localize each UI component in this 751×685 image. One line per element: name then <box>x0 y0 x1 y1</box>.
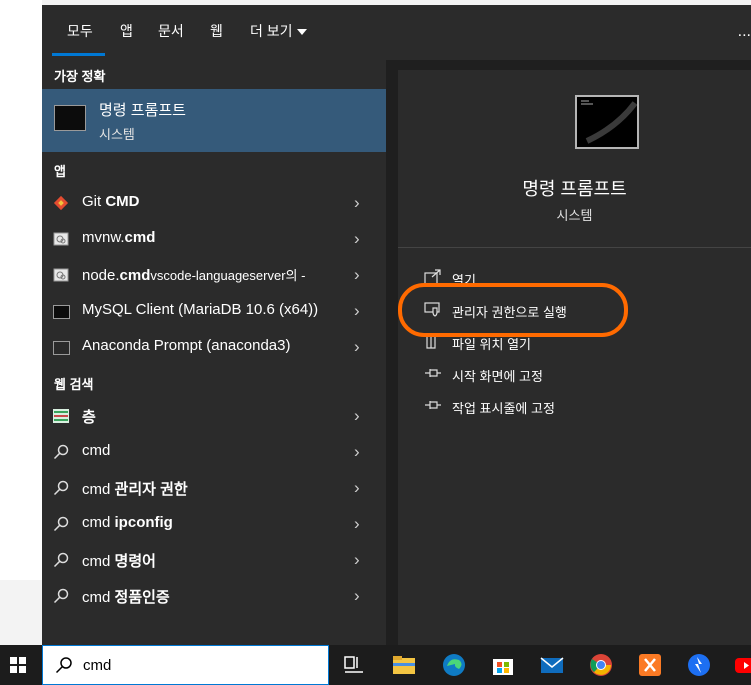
list-item-label: cmd ipconfig <box>82 514 173 531</box>
command-prompt-glyph-icon <box>581 100 638 144</box>
list-item-label: node.cmdvscode-languageserver의 - <box>82 267 306 284</box>
search-icon <box>55 657 72 674</box>
chevron-right-icon[interactable]: › <box>354 478 360 498</box>
list-item-anaconda-prompt[interactable]: Anaconda Prompt (anaconda3) › <box>42 329 386 365</box>
taskbar <box>0 645 751 685</box>
search-icon <box>53 516 69 532</box>
script-file-icon <box>53 268 69 282</box>
section-apps: 앱 <box>54 164 66 179</box>
list-item-label: cmd <box>82 442 111 459</box>
script-file-icon <box>53 232 69 246</box>
chevron-right-icon[interactable]: › <box>354 442 360 462</box>
chevron-right-icon[interactable]: › <box>354 514 360 534</box>
chrome-icon[interactable] <box>589 653 613 677</box>
list-item-label: cmd 정품인증 <box>82 589 170 606</box>
list-item-mvnw-cmd[interactable]: mvnw.cmd › <box>42 221 386 257</box>
git-cmd-icon <box>53 195 69 211</box>
chevron-right-icon[interactable]: › <box>354 229 360 249</box>
mail-icon[interactable] <box>540 653 564 677</box>
list-item-node-cmd[interactable]: node.cmdvscode-languageserver의 - › <box>42 257 386 293</box>
tab-selected-indicator <box>52 53 105 56</box>
chevron-right-icon[interactable]: › <box>354 265 360 285</box>
list-item-web-search[interactable]: cmd › <box>42 434 386 470</box>
search-icon <box>53 444 69 460</box>
preview-subtitle: 시스템 <box>556 208 593 223</box>
best-match-title: 명령 프롬프트 <box>99 102 186 119</box>
action-pin-to-start-label: 시작 화면에 고정 <box>452 369 543 384</box>
file-explorer-icon[interactable] <box>392 653 416 677</box>
command-prompt-large-icon <box>575 95 639 149</box>
filter-tabs: 모두 앱 문서 웹 더 보기 ... <box>42 5 751 60</box>
youtube-icon[interactable] <box>734 653 751 677</box>
more-options-icon[interactable]: ... <box>738 23 751 41</box>
list-item-web-search[interactable]: cmd 관리자 권한 › <box>42 470 386 506</box>
terminal-icon <box>53 341 70 355</box>
action-pin-to-taskbar-label: 작업 표시줄에 고정 <box>452 401 555 416</box>
list-item-mysql-client[interactable]: MySQL Client (MariaDB 10.6 (x64)) › <box>42 293 386 329</box>
chevron-right-icon[interactable]: › <box>354 301 360 321</box>
list-item-git-cmd[interactable]: Git CMD › <box>42 185 386 221</box>
tab-more-label: 더 보기 <box>250 23 293 39</box>
tab-documents[interactable]: 문서 <box>158 21 184 41</box>
results-list: 가장 정확 명령 프롬프트 시스템 앱 Git CMD › mvnw.cmd ›… <box>42 60 386 645</box>
list-item-label: 층 <box>82 409 96 426</box>
annotation-circle <box>398 283 628 337</box>
list-item-label: Anaconda Prompt (anaconda3) <box>82 337 291 354</box>
tab-more[interactable]: 더 보기 <box>250 21 307 41</box>
chevron-right-icon[interactable]: › <box>354 337 360 357</box>
preview-title: 명령 프롬프트 <box>522 179 627 199</box>
section-best-match: 가장 정확 <box>54 69 106 84</box>
search-icon <box>53 480 69 496</box>
list-item-label: cmd 명령어 <box>82 553 156 570</box>
list-item-label: Git CMD <box>82 193 140 210</box>
list-item-label: mvnw.cmd <box>82 229 156 246</box>
chevron-right-icon[interactable]: › <box>354 586 360 606</box>
start-search-panel: 모두 앱 문서 웹 더 보기 ... 가장 정확 명령 프롬프트 시스템 앱 G… <box>42 5 751 645</box>
list-item-web-search[interactable]: cmd ipconfig › <box>42 506 386 542</box>
windows-start-icon[interactable] <box>10 657 26 673</box>
tab-apps[interactable]: 앱 <box>120 21 133 41</box>
chevron-right-icon[interactable]: › <box>354 193 360 213</box>
list-item-label: MySQL Client (MariaDB 10.6 (x64)) <box>82 301 319 318</box>
store-icon[interactable] <box>491 653 515 677</box>
preview-pane: 명령 프롬프트 시스템 열기 관리자 권한으로 실행 파일 위치 열기 시작 화… <box>398 70 751 645</box>
search-input[interactable] <box>81 653 315 677</box>
pin-icon <box>425 401 441 409</box>
image-thumbnail-icon <box>53 409 69 423</box>
list-item-web-search[interactable]: cmd 정품인증 › <box>42 578 386 614</box>
best-match-subtitle: 시스템 <box>99 127 135 142</box>
list-item-web-result[interactable]: 층 › <box>42 398 386 434</box>
chevron-right-icon[interactable]: › <box>354 406 360 426</box>
section-web-search: 웹 검색 <box>54 377 94 392</box>
tab-web[interactable]: 웹 <box>210 21 223 41</box>
caret-down-icon <box>296 29 307 36</box>
command-prompt-icon <box>54 105 86 131</box>
task-view-icon[interactable] <box>342 653 366 677</box>
divider <box>398 247 751 248</box>
app-icon[interactable] <box>687 653 711 677</box>
best-match-item[interactable]: 명령 프롬프트 시스템 <box>42 89 386 152</box>
pin-icon <box>425 369 441 377</box>
chevron-right-icon[interactable]: › <box>354 550 360 570</box>
xampp-icon[interactable] <box>638 653 662 677</box>
desktop-background <box>0 0 42 580</box>
taskbar-search-box[interactable] <box>42 645 329 685</box>
list-item-label: cmd 관리자 권한 <box>82 481 188 498</box>
search-icon <box>53 588 69 604</box>
search-icon <box>53 552 69 568</box>
list-item-web-search[interactable]: cmd 명령어 › <box>42 542 386 578</box>
terminal-icon <box>53 305 70 319</box>
edge-browser-icon[interactable] <box>442 653 466 677</box>
tab-all[interactable]: 모두 <box>67 21 93 41</box>
